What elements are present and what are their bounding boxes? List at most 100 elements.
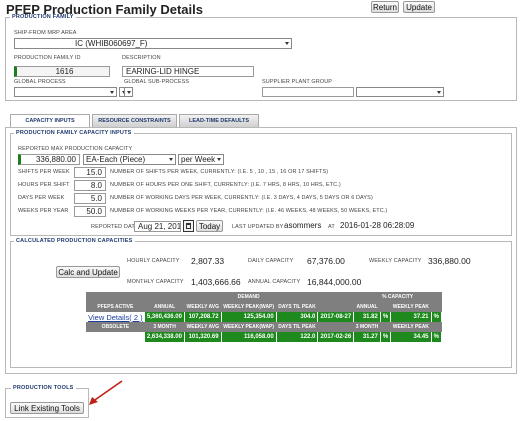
reported-date-label: REPORTED DATE	[91, 224, 139, 230]
monthly-label: MONTHLY CAPACITY	[127, 279, 184, 285]
chevron-down-icon	[169, 158, 173, 161]
global-process-select[interactable]	[14, 87, 117, 97]
weeks-note: NUMBER OF WORKING WEEKS PER YEAR, CURREN…	[110, 208, 388, 214]
link-existing-tools-button[interactable]: Link Existing Tools	[10, 402, 84, 414]
calculated-legend: CALCULATED PRODUCTION CAPACITIES	[14, 238, 135, 244]
uom-select[interactable]: EA-Each (Piece)	[83, 154, 176, 165]
at-label: AT	[328, 224, 335, 230]
today-button[interactable]: Today	[196, 220, 223, 232]
hourly-value: 2,807.33	[191, 256, 225, 266]
red-arrow-annotation	[89, 380, 123, 405]
description-label: DESCRIPTION	[122, 55, 161, 61]
pfeps-capacity-table: DEMAND % CAPACITY PFEPS ACTIVE ANNUAL WE…	[86, 292, 443, 342]
cell: %	[380, 312, 392, 322]
view-details-link[interactable]: View Details( 2 )	[86, 312, 145, 322]
pct-capacity-header: % CAPACITY	[353, 292, 442, 302]
weekly-value: 336,880.00	[428, 256, 471, 266]
updated-at-value: 2016-01-28 06:28:09	[340, 221, 415, 230]
calc-and-update-button[interactable]: Calc and Update	[56, 266, 120, 278]
col-annual: ANNUAL	[144, 302, 185, 312]
table-header-row: PFEPS ACTIVE ANNUAL WEEKLY AVG WEEKLY PE…	[86, 302, 442, 312]
cell: 31.82	[353, 312, 381, 322]
days-label: DAYS PER WEEK	[18, 195, 65, 201]
hours-field[interactable]: 8.0	[74, 180, 106, 191]
col-weekly-peak: WEEKLY PEAK(WAP)	[221, 302, 277, 312]
chevron-down-icon	[110, 91, 114, 94]
hours-note: NUMBER OF HOURS PER ONE SHIFT, CURRENTLY…	[110, 182, 341, 188]
chevron-down-icon	[127, 91, 131, 94]
annual-label: ANNUAL CAPACITY	[248, 279, 301, 285]
chevron-down-icon	[217, 158, 221, 161]
col-weekly-avg: WEEKLY AVG	[184, 302, 222, 312]
col-pct-3-month: 3 MONTH	[353, 322, 381, 332]
shifts-note: NUMBER OF SHIFTS PER WEEK, CURRENTLY: (I…	[110, 169, 329, 175]
tab-lead-time-defaults[interactable]: LEAD-TIME DEFAULTS	[179, 114, 259, 127]
col-pct-sign	[431, 322, 442, 332]
family-id-label: PRODUCTION FAMILY ID	[14, 55, 81, 61]
calendar-icon[interactable]	[183, 220, 194, 232]
col-pct-annual: ANNUAL	[353, 302, 381, 312]
cell: 34.45	[390, 332, 432, 342]
family-id-field: 1616	[14, 66, 110, 77]
hours-label: HOURS PER SHIFT	[18, 182, 70, 188]
daily-label: DAILY CAPACITY	[248, 258, 294, 264]
tab-capacity-inputs[interactable]: CAPACITY INPUTS	[10, 114, 90, 128]
cell: 116,058.00	[221, 332, 277, 342]
cell: %	[431, 332, 443, 342]
cell: 2,634,338.00	[144, 332, 185, 342]
cell: 107,208.72	[184, 312, 222, 322]
cell: 31.27	[353, 332, 381, 342]
shifts-field[interactable]: 15.0	[74, 167, 106, 178]
cell: 2017-08-27	[317, 312, 355, 322]
return-button[interactable]: Return	[371, 1, 399, 13]
weeks-field[interactable]: 50.0	[74, 206, 106, 217]
production-family-legend: PRODUCTION FAMILY	[10, 14, 76, 20]
rep-max-label: REPORTED MAX PRODUCTION CAPACITY	[18, 146, 133, 152]
production-tools-legend: PRODUCTION TOOLS	[11, 385, 76, 391]
col-pfeps-active: PFEPS ACTIVE	[86, 302, 145, 312]
col-pct-sign	[380, 302, 391, 312]
arrow-shaft	[91, 380, 123, 403]
col-weekly-avg: WEEKLY AVG	[184, 322, 222, 332]
supplier-plant-group-field[interactable]	[262, 87, 354, 97]
col-pct-weekly-peak: WEEKLY PEAK	[390, 302, 432, 312]
daily-value: 67,376.00	[307, 256, 345, 266]
global-subprocess-select[interactable]	[124, 87, 133, 97]
days-field[interactable]: 5.0	[74, 193, 106, 204]
updated-by-value: asommers	[284, 221, 322, 230]
cell: %	[431, 312, 443, 322]
update-button[interactable]: Update	[403, 1, 435, 13]
cell: 2017-02-26	[317, 332, 355, 342]
days-note: NUMBER OF WORKING DAYS PER WEEK, CURRENT…	[110, 195, 373, 201]
per-period-select[interactable]: per Week	[178, 154, 224, 165]
col-pct-sign	[431, 302, 442, 312]
col-days-til-peak: DAYS TIL PEAK	[276, 302, 318, 312]
col-weekly-peak: WEEKLY PEAK(WAP)	[221, 322, 277, 332]
hourly-label: HOURLY CAPACITY	[127, 258, 180, 264]
weeks-label: WEEKS PER YEAR	[18, 208, 69, 214]
cell: 304.0	[276, 312, 319, 322]
updated-by-label: LAST UPDATED BY	[232, 224, 284, 230]
annual-value: 16,844,000.00	[307, 277, 362, 287]
global-process-label: GLOBAL PROCESS	[14, 79, 66, 85]
col-pct-weekly-peak: WEEKLY PEAK	[390, 322, 432, 332]
supplier-plant-group-select[interactable]	[356, 87, 444, 97]
cell: 101,320.69	[184, 332, 222, 342]
description-field[interactable]: EARING-LID HINGE	[122, 66, 254, 77]
tab-resource-constraints[interactable]: RESOURCE CONSTRAINTS	[92, 114, 177, 127]
col-3-month: 3 MONTH	[144, 322, 185, 332]
supplier-plant-group-label: SUPPLIER PLANT GROUP	[262, 79, 333, 85]
col-obsolete: OBSOLETE	[86, 322, 145, 332]
rep-max-field[interactable]: 336,880.00	[18, 154, 80, 165]
table-header-row: OBSOLETE 3 MONTH WEEKLY AVG WEEKLY PEAK(…	[86, 322, 442, 332]
ship-from-label: SHIP-FROM MRP AREA	[14, 30, 77, 36]
weekly-label: WEEKLY CAPACITY	[369, 258, 422, 264]
global-subprocess-label: GLOBAL SUB-PROCESS	[124, 79, 190, 85]
ship-from-select[interactable]: IC (WHIB060697_F)	[14, 38, 292, 49]
capacity-inputs-legend: PRODUCTION FAMILY CAPACITY INPUTS	[14, 130, 134, 136]
col-peak-date	[317, 322, 354, 332]
col-days-til-peak: DAYS TIL PEAK	[276, 322, 318, 332]
demand-header: DEMAND	[221, 292, 277, 302]
cell: 125,354.00	[221, 312, 277, 322]
reported-date-field[interactable]: Aug 21, 2013	[134, 221, 181, 232]
